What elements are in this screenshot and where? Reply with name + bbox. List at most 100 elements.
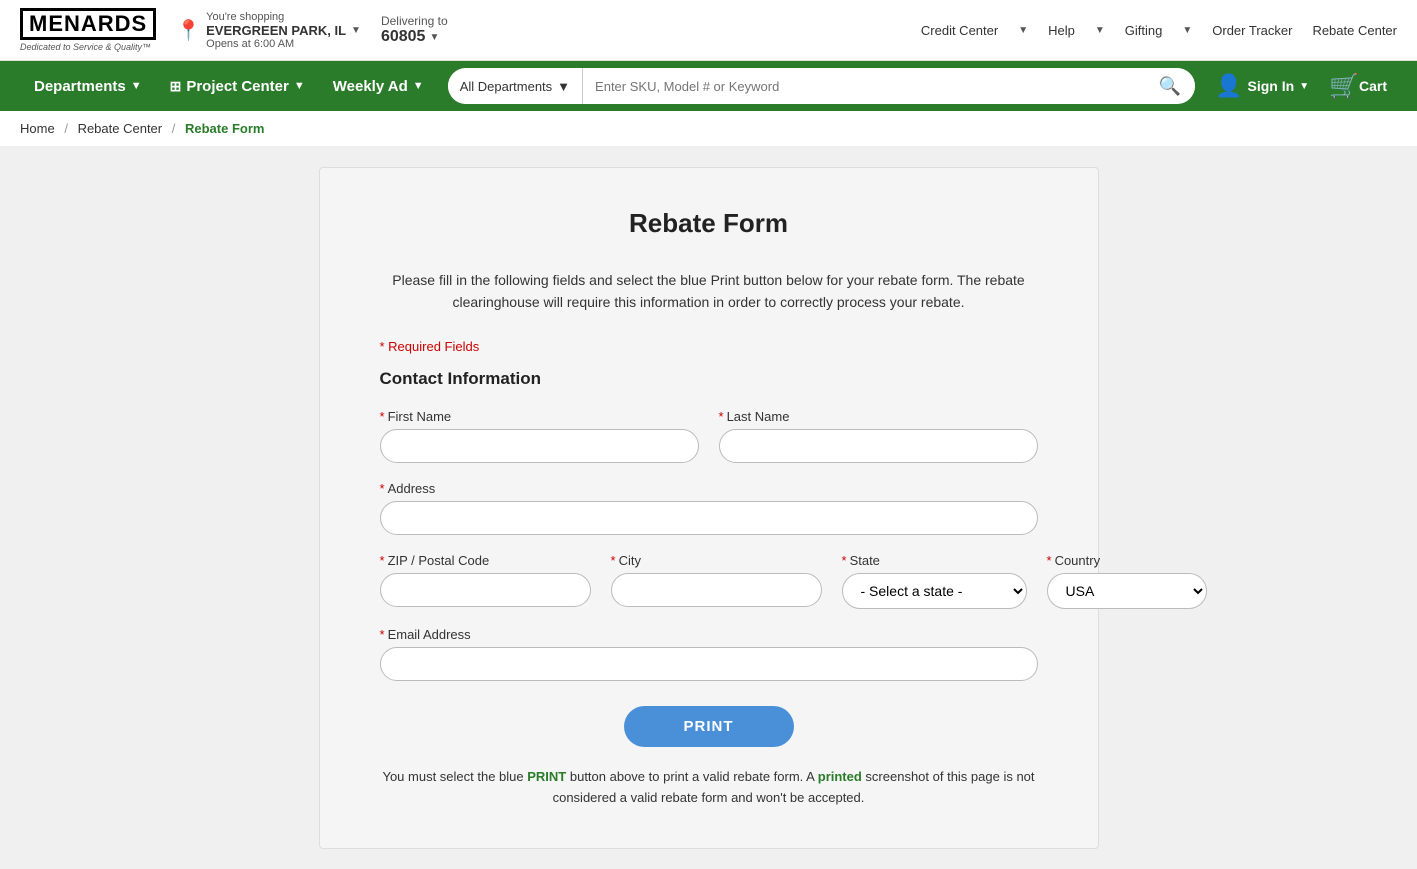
required-note: * Required Fields [380,339,1038,354]
sign-in-chevron: ▼ [1299,81,1309,92]
weekly-ad-chevron: ▼ [413,80,424,92]
delivery-label: Delivering to [381,14,448,28]
search-dept-label: All Departments [460,79,552,94]
breadcrumb-sep-2: / [172,121,176,136]
grid-icon: ⊞ [170,78,182,95]
main-content: Rebate Form Please fill in the following… [319,167,1099,849]
breadcrumb-home[interactable]: Home [20,121,55,136]
breadcrumb-current: Rebate Form [185,121,264,136]
email-input[interactable] [380,647,1038,681]
first-name-group: *First Name [380,409,699,463]
state-select[interactable]: - Select a state -ALAKAZARCACOCTDEFLGAHI… [842,573,1027,609]
search-department-dropdown[interactable]: All Departments ▼ [448,68,583,104]
address-star: * [380,481,385,496]
departments-chevron: ▼ [131,80,142,92]
weekly-ad-label: Weekly Ad [333,78,408,95]
cart-nav[interactable]: 🛒 Cart [1319,72,1397,101]
gifting-link[interactable]: Gifting [1125,23,1163,38]
country-star: * [1047,553,1052,568]
top-bar-left: MENARDS Dedicated to Service & Quality™ … [20,8,448,52]
address-group: *Address [380,481,1038,535]
delivery-zip: 60805 [381,28,426,46]
user-icon: 👤 [1215,73,1242,99]
store-chevron: ▼ [351,25,361,36]
cart-icon: 🛒 [1329,72,1359,101]
sign-in-nav[interactable]: 👤 Sign In ▼ [1205,73,1319,99]
first-name-input[interactable] [380,429,699,463]
email-label: *Email Address [380,627,1038,642]
email-star: * [380,627,385,642]
address-row: *Address [380,481,1038,535]
email-row: *Email Address [380,627,1038,681]
store-hours: Opens at 6:00 AM [206,38,346,50]
search-input[interactable] [583,79,1145,94]
logo[interactable]: MENARDS Dedicated to Service & Quality™ [20,8,156,52]
zip-group: *ZIP / Postal Code [380,553,591,609]
print-highlight: PRINT [527,769,566,784]
shopping-label: You're shopping [206,11,346,23]
departments-label: Departments [34,78,126,95]
zip-input[interactable] [380,573,591,607]
top-nav-links: Credit Center ▼ Help ▼ Gifting ▼ Order T… [921,23,1397,38]
project-center-label: Project Center [186,78,289,95]
country-label: *Country [1047,553,1207,568]
zip-label: *ZIP / Postal Code [380,553,591,568]
cart-label: Cart [1359,78,1387,94]
search-area: All Departments ▼ 🔍 [448,68,1195,104]
logo-text: MENARDS [20,8,156,40]
city-group: *City [611,553,822,609]
print-note: You must select the blue PRINT button ab… [380,767,1038,809]
page-title: Rebate Form [380,208,1038,239]
first-name-star: * [380,409,385,424]
email-group: *Email Address [380,627,1038,681]
city-label: *City [611,553,822,568]
location-row: *ZIP / Postal Code *City *State - Select… [380,553,1038,609]
delivery-chevron: ▼ [429,32,439,43]
weekly-ad-nav[interactable]: Weekly Ad ▼ [319,61,438,111]
breadcrumb-sep-1: / [64,121,68,136]
city-input[interactable] [611,573,822,607]
page-description: Please fill in the following fields and … [380,269,1038,314]
search-dept-chevron: ▼ [557,79,570,94]
rebate-center-top-link[interactable]: Rebate Center [1312,23,1397,38]
last-name-group: *Last Name [719,409,1038,463]
first-name-label: *First Name [380,409,699,424]
credit-chevron: ▼ [1018,25,1028,36]
location-icon: 📍 [176,18,201,43]
breadcrumb-rebate-center[interactable]: Rebate Center [78,121,163,136]
search-button[interactable]: 🔍 [1145,68,1195,104]
print-button[interactable]: PRINT [624,706,794,747]
last-name-label: *Last Name [719,409,1038,424]
departments-nav[interactable]: Departments ▼ [20,61,156,111]
logo-tagline: Dedicated to Service & Quality™ [20,42,156,52]
country-group: *Country USACanadaMexico [1047,553,1207,609]
project-center-nav[interactable]: ⊞ Project Center ▼ [156,61,319,111]
name-row: *First Name *Last Name [380,409,1038,463]
store-info[interactable]: 📍 You're shopping EVERGREEN PARK, IL Ope… [176,11,361,50]
store-name: EVERGREEN PARK, IL [206,23,346,38]
last-name-star: * [719,409,724,424]
sign-in-label: Sign In [1248,78,1295,94]
last-name-input[interactable] [719,429,1038,463]
nav-bar: Departments ▼ ⊞ Project Center ▼ Weekly … [0,61,1417,111]
top-bar: MENARDS Dedicated to Service & Quality™ … [0,0,1417,61]
zip-star: * [380,553,385,568]
help-link[interactable]: Help [1048,23,1075,38]
printed-highlight: printed [818,769,862,784]
city-star: * [611,553,616,568]
contact-info-heading: Contact Information [380,369,1038,389]
country-select[interactable]: USACanadaMexico [1047,573,1207,609]
gifting-chevron: ▼ [1182,25,1192,36]
address-input[interactable] [380,501,1038,535]
project-center-chevron: ▼ [294,80,305,92]
address-label: *Address [380,481,1038,496]
delivery-info[interactable]: Delivering to 60805 ▼ [381,14,448,46]
state-group: *State - Select a state -ALAKAZARCACOCTD… [842,553,1027,609]
credit-center-link[interactable]: Credit Center [921,23,998,38]
store-details: You're shopping EVERGREEN PARK, IL Opens… [206,11,346,50]
state-star: * [842,553,847,568]
breadcrumb: Home / Rebate Center / Rebate Form [0,111,1417,147]
help-chevron: ▼ [1095,25,1105,36]
state-label: *State [842,553,1027,568]
order-tracker-link[interactable]: Order Tracker [1212,23,1292,38]
